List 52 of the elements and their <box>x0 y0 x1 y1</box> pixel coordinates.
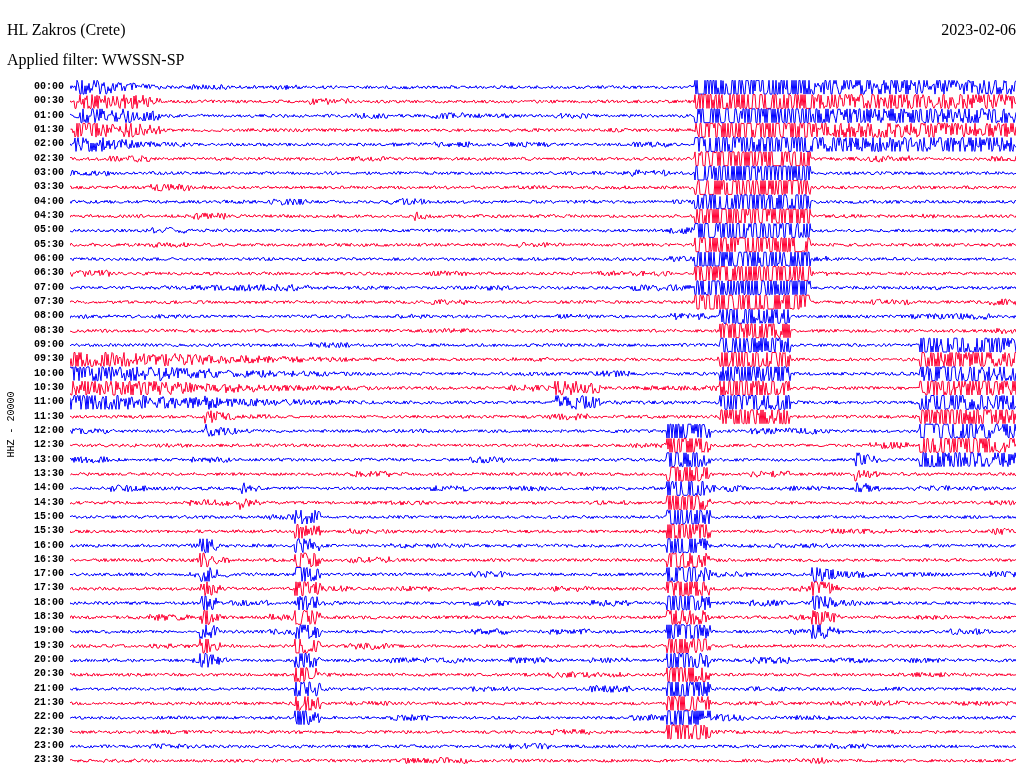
time-label: 15:00 <box>33 509 65 524</box>
time-label: 05:30 <box>33 237 65 252</box>
time-label: 20:00 <box>33 653 65 668</box>
time-label: 18:00 <box>33 595 65 610</box>
time-label: 09:30 <box>33 352 65 367</box>
time-label: 14:30 <box>33 495 65 510</box>
channel-label: HHZ - 20000 <box>5 391 17 457</box>
time-label: 04:30 <box>33 208 65 223</box>
time-label: 07:30 <box>33 294 65 309</box>
time-label: 06:30 <box>33 266 65 281</box>
time-label: 21:30 <box>33 696 65 711</box>
time-label: 12:30 <box>33 438 65 453</box>
time-label: 22:30 <box>33 724 65 739</box>
time-label: 14:00 <box>33 481 65 496</box>
time-label: 19:00 <box>33 624 65 639</box>
time-label: 13:30 <box>33 466 65 481</box>
station-title: HL Zakros (Crete) <box>7 20 127 40</box>
time-label: 07:00 <box>33 280 65 295</box>
time-label: 01:30 <box>33 123 65 137</box>
time-label: 22:00 <box>33 710 65 725</box>
time-label: 17:00 <box>33 567 65 582</box>
time-label: 09:00 <box>33 337 65 352</box>
time-label: 18:30 <box>33 610 65 625</box>
date-label: 2023-02-06 <box>941 20 1016 40</box>
time-label: 08:00 <box>33 309 65 324</box>
time-label: 16:30 <box>33 552 65 567</box>
time-label: 12:00 <box>33 423 65 438</box>
time-label: 15:30 <box>33 524 65 539</box>
time-label: 10:30 <box>33 380 65 395</box>
time-label: 04:00 <box>33 194 65 209</box>
time-label: 17:30 <box>33 581 65 596</box>
time-label: 10:00 <box>33 366 65 381</box>
time-label: 16:00 <box>33 538 65 553</box>
time-label: 20:30 <box>33 667 65 682</box>
time-label: 00:00 <box>33 80 65 94</box>
time-label: 08:30 <box>33 323 65 338</box>
time-label: 03:00 <box>33 165 65 180</box>
time-label: 03:30 <box>33 180 65 195</box>
time-label: 23:30 <box>33 753 65 768</box>
time-label: 19:30 <box>33 638 65 653</box>
time-label: 02:30 <box>33 151 65 166</box>
time-label: 13:00 <box>33 452 65 467</box>
time-label: 00:30 <box>33 94 65 109</box>
time-label: 21:00 <box>33 681 65 696</box>
filter-label: Applied filter: WWSSN-SP <box>7 50 185 70</box>
time-label: 23:00 <box>33 739 65 754</box>
time-label: 02:00 <box>33 137 65 152</box>
time-label: 05:00 <box>33 223 65 238</box>
time-label: 11:30 <box>33 409 65 424</box>
time-label: 11:00 <box>33 395 65 410</box>
time-label: 06:00 <box>33 251 65 266</box>
time-label: 01:00 <box>33 108 65 123</box>
